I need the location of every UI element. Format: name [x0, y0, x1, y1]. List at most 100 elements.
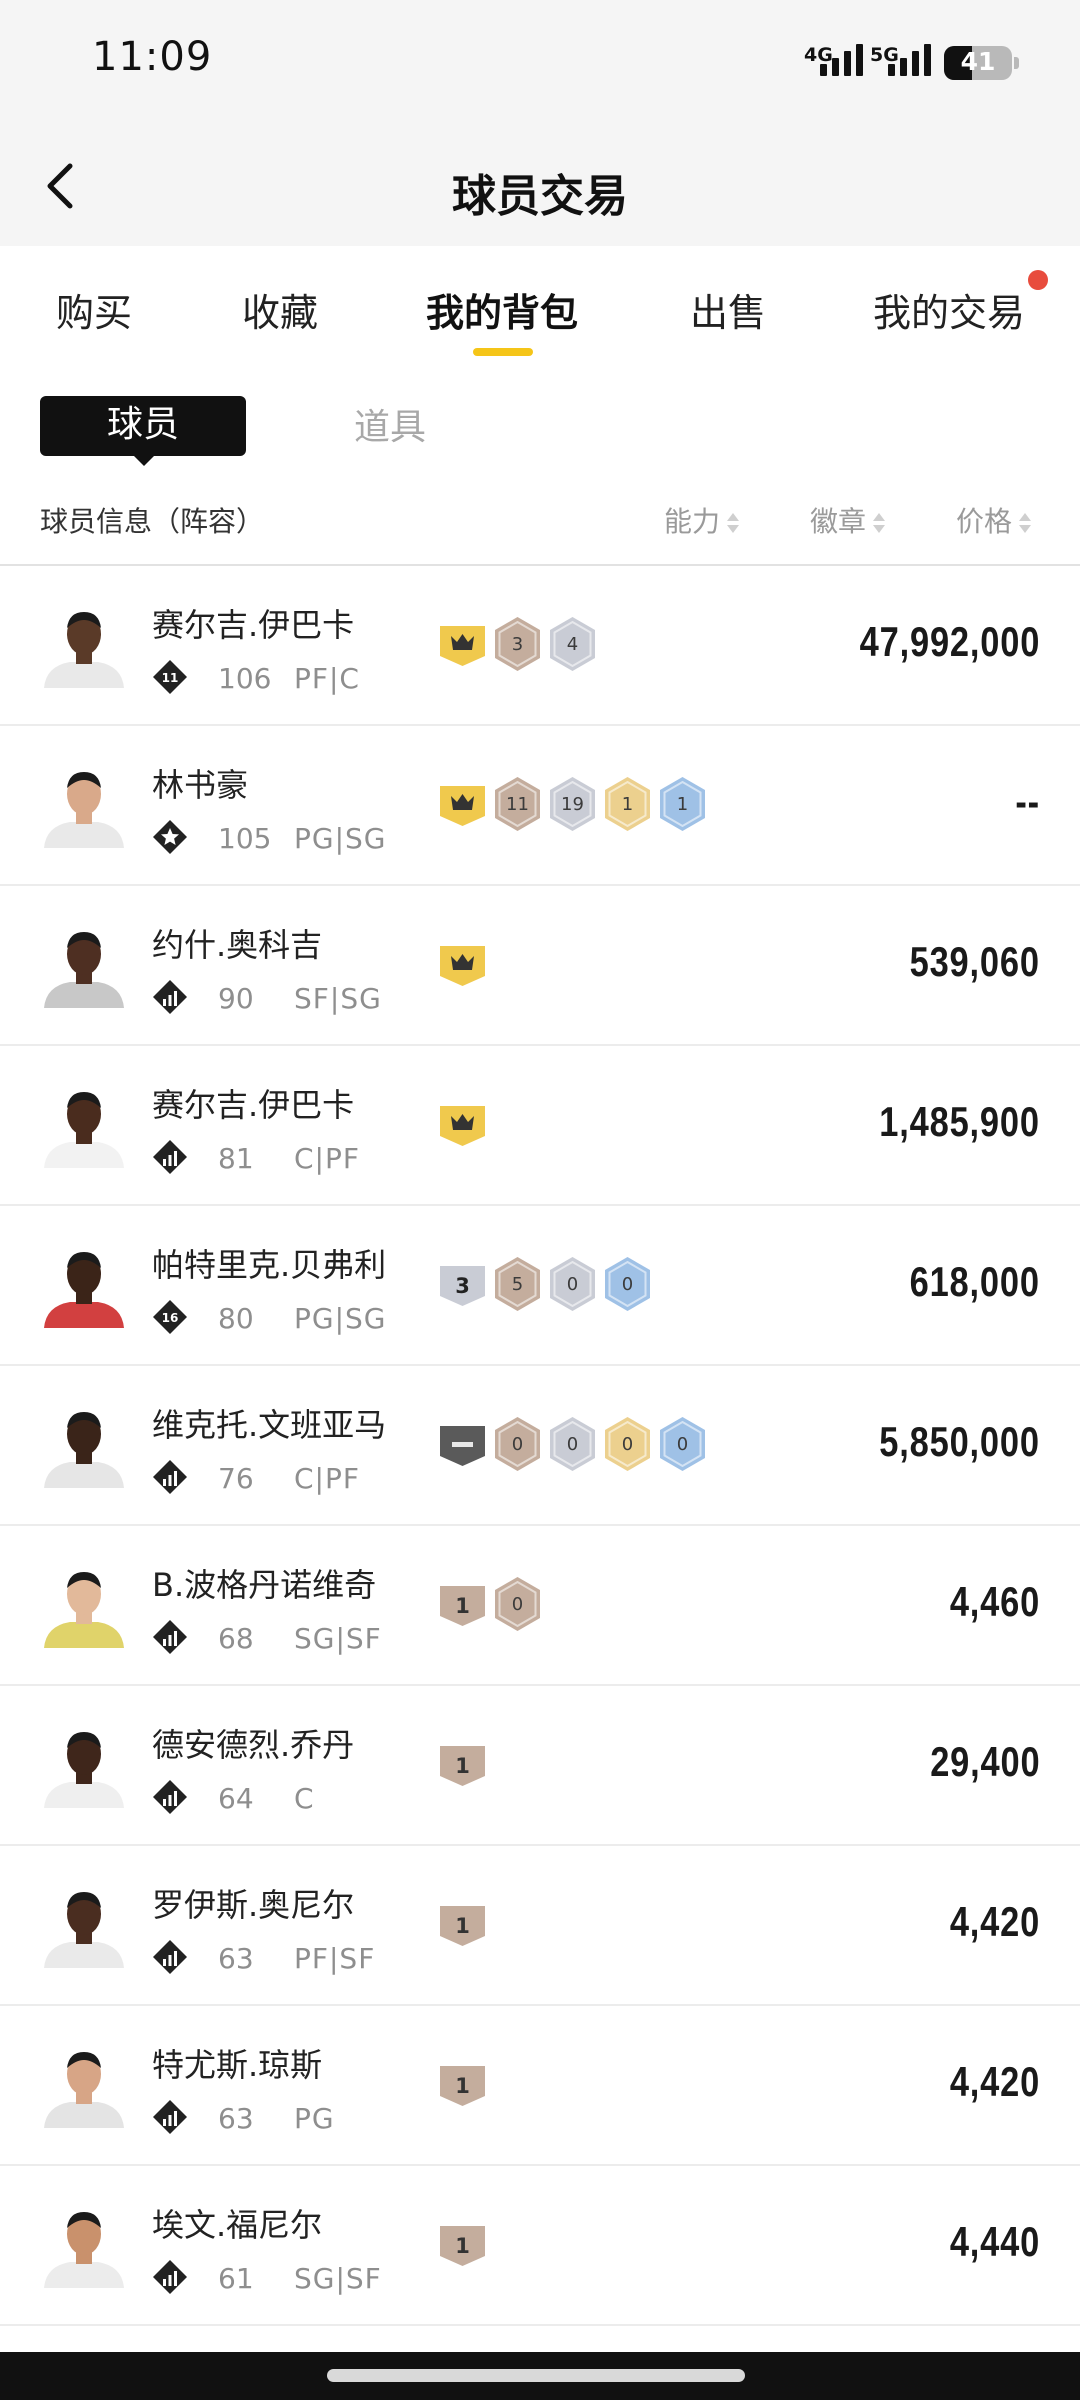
player-price: 29,400 [929, 1738, 1040, 1785]
player-avatar [40, 1880, 128, 1968]
player-list: 赛尔吉.伊巴卡 11 106 PF|C 3 4 47,992,000 林书豪 105 PG|SG 1… [0, 566, 1080, 2326]
sort-badges[interactable]: 徽章 [810, 500, 886, 540]
player-name: 赛尔吉.伊巴卡 [152, 606, 355, 644]
header-price-label: 价格 [956, 505, 1013, 538]
player-row[interactable]: 赛尔吉.伊巴卡 11 106 PF|C 3 4 47,992,000 [0, 566, 1080, 726]
tab-buy[interactable]: 购买 [56, 282, 132, 337]
player-row[interactable]: B.波格丹诺维奇 68 SG|SF 1 0 4,460 [0, 1526, 1080, 1686]
player-name: 埃文.福尼尔 [152, 2206, 323, 2244]
svg-text:1: 1 [455, 1914, 470, 1938]
player-row[interactable]: 赛尔吉.伊巴卡 81 C|PF 1,485,900 [0, 1046, 1080, 1206]
player-price: 4,460 [949, 1578, 1040, 1625]
player-position: PG [294, 2102, 335, 2135]
player-name: 约什.奥科吉 [152, 926, 323, 964]
svg-text:0: 0 [512, 1434, 523, 1455]
player-price: 5,850,000 [879, 1418, 1040, 1465]
badge-icon: 1 [438, 2056, 487, 2112]
tab-my-trades[interactable]: 我的交易 [873, 282, 1025, 337]
tier-icon: 16 [152, 1299, 188, 1335]
player-avatar [40, 2200, 128, 2288]
active-tab-indicator [473, 348, 533, 356]
player-rating: 76 [218, 1462, 254, 1495]
sort-price[interactable]: 价格 [956, 500, 1032, 540]
sort-icon [726, 511, 740, 535]
player-avatar [40, 1080, 128, 1168]
badge-icon: 0 [493, 1416, 542, 1472]
player-rating: 90 [218, 982, 254, 1015]
battery-level: 41 [960, 47, 996, 76]
tab-my-backpack[interactable]: 我的背包 [426, 282, 578, 337]
badge-icon: 5 [493, 1256, 542, 1312]
sort-icon [1018, 511, 1032, 535]
player-row[interactable]: 特尤斯.琼斯 63 PG 1 4,420 [0, 2006, 1080, 2166]
svg-text:1: 1 [455, 1754, 470, 1778]
crown-badge-icon [438, 776, 487, 832]
player-row[interactable]: 约什.奥科吉 90 SF|SG 539,060 [0, 886, 1080, 1046]
tier-icon [152, 1779, 188, 1815]
player-rating: 105 [218, 822, 272, 855]
player-price: 1,485,900 [879, 1098, 1040, 1145]
player-row[interactable]: 德安德烈.乔丹 64 C 1 29,400 [0, 1686, 1080, 1846]
nav-bar: 球员交易 [0, 130, 1080, 246]
player-price: 4,420 [949, 2058, 1040, 2105]
crown-badge-icon [438, 1096, 487, 1152]
badge-group: 11 19 1 1 [438, 776, 707, 832]
player-position: SG|SF [294, 1622, 382, 1655]
player-position: C|PF [294, 1142, 360, 1175]
player-row[interactable]: 埃文.福尼尔 61 SG|SF 1 4,440 [0, 2166, 1080, 2326]
badge-group: 0 0 0 0 [438, 1416, 707, 1472]
header-ability-label: 能力 [664, 505, 721, 538]
player-rating: 106 [218, 662, 272, 695]
player-rating: 64 [218, 1782, 254, 1815]
badge-icon: 0 [548, 1416, 597, 1472]
player-row[interactable]: 维克托.文班亚马 76 C|PF 0 0 0 0 5,850,000 [0, 1366, 1080, 1526]
tab-sell[interactable]: 出售 [690, 282, 766, 337]
svg-text:1: 1 [677, 794, 688, 815]
svg-text:0: 0 [567, 1434, 578, 1455]
player-name: B.波格丹诺维奇 [152, 1566, 377, 1604]
player-rating: 63 [218, 2102, 254, 2135]
player-position: PG|SG [294, 1302, 387, 1335]
tier-icon [152, 2259, 188, 2295]
sort-ability[interactable]: 能力 [664, 500, 740, 540]
player-price: 618,000 [909, 1258, 1040, 1305]
sort-icon [872, 511, 886, 535]
badge-icon: 1 [438, 2216, 487, 2272]
tab-bar: 购买 收藏 我的背包 出售 我的交易 [0, 246, 1080, 374]
segment-items[interactable]: 道具 [354, 398, 426, 450]
badge-icon: 1 [438, 1736, 487, 1792]
badge-icon: 1 [438, 1896, 487, 1952]
tier-icon [152, 1939, 188, 1975]
status-bar: 11:09 4G 5G 41 [0, 0, 1080, 130]
player-row[interactable]: 罗伊斯.奥尼尔 63 PF|SF 1 4,420 [0, 1846, 1080, 2006]
badge-icon [438, 1416, 487, 1472]
badge-icon: 19 [548, 776, 597, 832]
badge-group: 10 [438, 1576, 542, 1632]
battery-icon: 41 [944, 46, 1012, 80]
battery-tip [1014, 57, 1019, 69]
svg-text:1: 1 [455, 1594, 470, 1618]
segment-players[interactable]: 球员 [40, 396, 246, 456]
home-indicator[interactable] [327, 2369, 745, 2382]
badge-group: 34 [438, 616, 597, 672]
player-price: 4,420 [949, 1898, 1040, 1945]
badge-icon: 1 [603, 776, 652, 832]
header-badge-label: 徽章 [810, 505, 867, 538]
badge-icon: 0 [493, 1576, 542, 1632]
player-row[interactable]: 帕特里克.贝弗利 16 80 PG|SG 3 5 0 0 618,000 [0, 1206, 1080, 1366]
player-price: 47,992,000 [859, 618, 1040, 665]
svg-text:3: 3 [512, 634, 523, 655]
badge-icon: 0 [603, 1416, 652, 1472]
tab-favorites[interactable]: 收藏 [242, 282, 318, 337]
svg-text:1: 1 [455, 2074, 470, 2098]
player-position: PF|C [294, 662, 360, 695]
player-name: 德安德烈.乔丹 [152, 1726, 355, 1764]
player-name: 维克托.文班亚马 [152, 1406, 387, 1444]
tier-icon [152, 1139, 188, 1175]
player-rating: 61 [218, 2262, 254, 2295]
notification-dot [1028, 270, 1048, 290]
player-name: 林书豪 [152, 766, 249, 804]
player-row[interactable]: 林书豪 105 PG|SG 11 19 1 1 -- [0, 726, 1080, 886]
svg-text:11: 11 [162, 671, 179, 685]
badge-icon: 1 [438, 1576, 487, 1632]
